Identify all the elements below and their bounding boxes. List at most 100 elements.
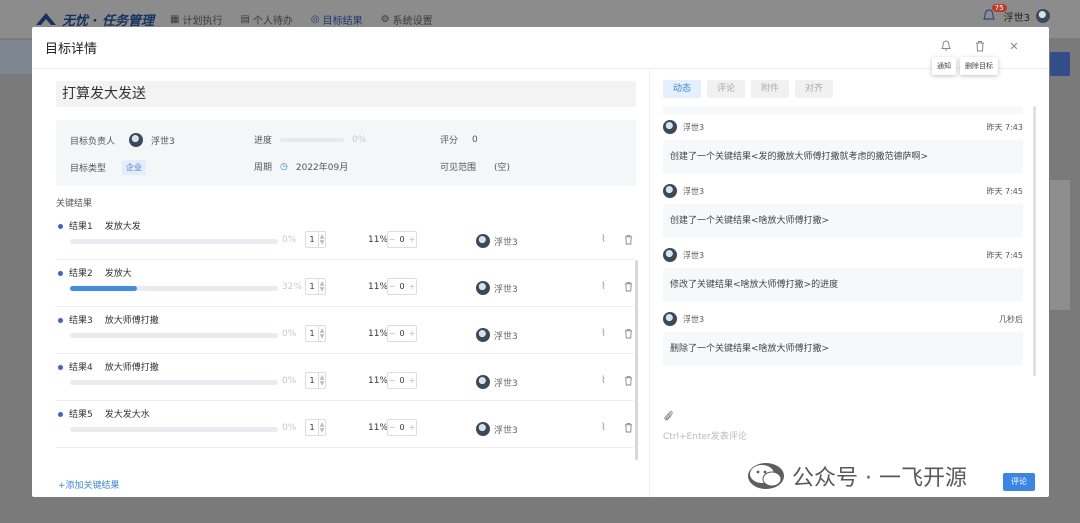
trash-icon[interactable] [624, 281, 633, 295]
avatar [476, 234, 490, 248]
score-label: 评分 [440, 136, 459, 146]
add-key-result-button[interactable]: +添加关键结果 [58, 478, 120, 491]
score-stepper[interactable]: − 0 + [387, 278, 417, 295]
nav-item-todo[interactable]: ▤ 个人待办 [240, 12, 292, 27]
key-result-name[interactable]: 结果5 发大发大水 [69, 407, 150, 420]
key-result-name[interactable]: 结果1 发放大发 [69, 219, 141, 232]
key-result-index: 结果2 [69, 269, 93, 279]
key-result-owner[interactable]: 浮世3 [476, 422, 518, 436]
key-result-title: 放大师傅打撒 [104, 363, 159, 373]
plus-icon[interactable]: + [408, 423, 416, 432]
bell-icon[interactable] [939, 39, 953, 53]
app-logo[interactable]: 无忧 · 任务管理 [34, 10, 154, 29]
notification-button[interactable]: 75 [982, 4, 1007, 24]
key-result-name[interactable]: 结果2 发放大 [69, 266, 132, 279]
notification-badge: 75 [991, 4, 1007, 12]
plus-icon[interactable]: + [408, 376, 416, 385]
quantity-stepper[interactable]: 1 ▲ ▼ [305, 278, 326, 295]
key-result-owner[interactable]: 浮世3 [476, 375, 518, 389]
type-label: 目标类型 [70, 164, 107, 174]
key-result-name[interactable]: 结果3 放大师傅打撒 [69, 313, 159, 326]
plus-icon[interactable]: + [408, 329, 416, 338]
owner-name: 浮世3 [494, 284, 518, 295]
trash-icon[interactable] [624, 234, 633, 248]
paperclip-icon[interactable] [663, 410, 1035, 425]
minus-icon[interactable]: − [388, 282, 396, 291]
plus-icon[interactable]: + [408, 235, 416, 244]
visibility-value[interactable]: (空) [494, 160, 510, 173]
activity-user[interactable]: 浮世3 [683, 186, 704, 197]
nav-item-goals[interactable]: ◎ 目标结果 [311, 12, 363, 27]
key-result-row[interactable]: 结果3 放大师傅打撒 0% 1 ▲ ▼ 11% − 0 + 浮世3 ⌇ [56, 307, 634, 354]
key-result-dot [58, 318, 63, 323]
key-result-owner[interactable]: 浮世3 [476, 328, 518, 342]
paperclip-icon[interactable]: ⌇ [601, 281, 606, 292]
trash-icon[interactable] [624, 328, 633, 342]
trash-icon[interactable] [624, 375, 633, 389]
tab-attachments[interactable]: 附件 [751, 80, 790, 98]
activity-user[interactable]: 浮世3 [683, 122, 704, 133]
key-result-progress-bar[interactable] [70, 427, 278, 432]
score-stepper[interactable]: − 0 + [387, 325, 417, 342]
activity-user[interactable]: 浮世3 [683, 250, 704, 261]
stepper-arrows-icon[interactable]: ▲ ▼ [318, 326, 325, 341]
close-icon[interactable]: ✕ [1007, 39, 1021, 53]
activity-pane: 动态 评论 附件 对齐 浮世3 昨天 7:43 创建了一个关键结果<发的撒放大师… [649, 70, 1049, 497]
nav-item-plan[interactable]: ▦ 计划执行 [170, 12, 222, 27]
goal-type-tag[interactable]: 企业 [122, 160, 147, 175]
quantity-stepper[interactable]: 1 ▲ ▼ [305, 372, 326, 389]
scrollbar[interactable] [635, 260, 638, 460]
key-result-row[interactable]: 结果2 发放大 32% 1 ▲ ▼ 11% − 0 + 浮世3 ⌇ [56, 260, 634, 307]
quantity-stepper[interactable]: 1 ▲ ▼ [305, 325, 326, 342]
score-stepper[interactable]: − 0 + [387, 231, 417, 248]
key-result-owner[interactable]: 浮世3 [476, 234, 518, 248]
modal-header: 目标详情 [32, 27, 1049, 69]
paperclip-icon[interactable]: ⌇ [601, 422, 606, 433]
trash-icon[interactable] [624, 422, 633, 436]
activity-user[interactable]: 浮世3 [683, 314, 704, 325]
goal-title-input[interactable]: 打算发大发送 [56, 81, 636, 107]
tab-comments[interactable]: 评论 [707, 80, 746, 98]
key-result-progress-bar[interactable] [70, 239, 278, 244]
key-result-progress-bar[interactable] [70, 286, 278, 291]
minus-icon[interactable]: − [388, 329, 396, 338]
minus-icon[interactable]: − [388, 376, 396, 385]
stepper-value: 0 [399, 423, 405, 432]
key-result-name[interactable]: 结果4 放大师傅打撒 [69, 360, 159, 373]
comment-input[interactable]: Ctrl+Enter发表评论 [663, 429, 1035, 442]
paperclip-icon[interactable]: ⌇ [601, 375, 606, 386]
stepper-arrows-icon[interactable]: ▲ ▼ [318, 279, 325, 294]
quantity-stepper[interactable]: 1 ▲ ▼ [305, 419, 326, 436]
key-result-progress-bar[interactable] [70, 380, 278, 385]
paperclip-icon[interactable]: ⌇ [601, 328, 606, 339]
minus-icon[interactable]: − [388, 423, 396, 432]
scrollbar[interactable] [1033, 106, 1036, 376]
key-result-row[interactable]: 结果1 发放大发 0% 1 ▲ ▼ 11% − 0 + 浮世3 ⌇ [56, 213, 634, 260]
stepper-arrows-icon[interactable]: ▲ ▼ [318, 232, 325, 247]
nav-item-settings[interactable]: ⚙ 系统设置 [381, 12, 433, 27]
avatar[interactable] [1036, 9, 1050, 23]
key-result-index: 结果1 [69, 222, 93, 232]
key-result-progress-text: 0% [282, 329, 297, 339]
paperclip-icon[interactable]: ⌇ [601, 234, 606, 245]
key-result-row[interactable]: 结果4 放大师傅打撒 0% 1 ▲ ▼ 11% − 0 + 浮世3 ⌇ [56, 354, 634, 401]
stepper-value: 0 [399, 235, 405, 244]
stepper-arrows-icon[interactable]: ▲ ▼ [318, 373, 325, 388]
quantity-stepper[interactable]: 1 ▲ ▼ [305, 231, 326, 248]
stepper-arrows-icon[interactable]: ▲ ▼ [318, 420, 325, 435]
send-comment-button[interactable]: 评论 [1003, 473, 1035, 491]
score-stepper[interactable]: − 0 + [387, 372, 417, 389]
minus-icon[interactable]: − [388, 235, 396, 244]
trash-icon[interactable] [973, 39, 987, 53]
score-stepper[interactable]: − 0 + [387, 419, 417, 436]
key-result-progress-bar[interactable] [70, 333, 278, 338]
key-result-owner[interactable]: 浮世3 [476, 281, 518, 295]
plus-icon[interactable]: + [408, 282, 416, 291]
user-name[interactable]: 浮世3 [1004, 9, 1030, 24]
tab-activity[interactable]: 动态 [663, 80, 702, 98]
activity-text: 创建了一个关键结果<啥放大师傅打撒> [663, 204, 1023, 238]
period-value[interactable]: 2022年09月 [296, 160, 348, 173]
tab-alignment[interactable]: 对齐 [795, 80, 834, 98]
key-result-row[interactable]: 结果5 发大发大水 0% 1 ▲ ▼ 11% − 0 + 浮世3 ⌇ [56, 401, 634, 448]
owner-value[interactable]: 浮世3 [151, 134, 175, 147]
